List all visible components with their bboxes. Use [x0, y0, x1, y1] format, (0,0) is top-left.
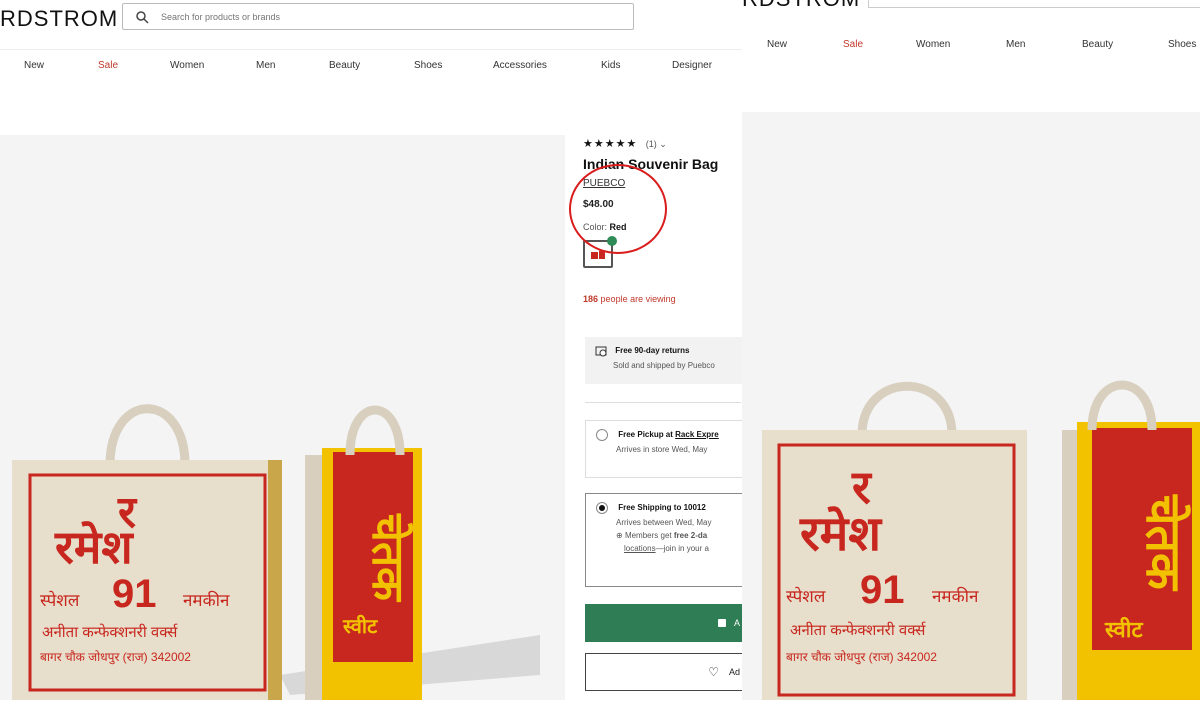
search-bar-duplicate: [868, 0, 1200, 8]
shipping-radio[interactable]: [596, 502, 608, 514]
add-to-bag-button[interactable]: A: [585, 604, 742, 642]
bag-text-special-dup: स्पेशल: [786, 587, 826, 606]
bag-text-namkeen: नमकीन: [183, 591, 230, 610]
nav-item-men[interactable]: Men: [256, 60, 275, 71]
bag-handle: [345, 405, 405, 456]
bag-text-special: स्पेशल: [40, 591, 80, 610]
brand-logo[interactable]: RDSTROM: [0, 6, 118, 32]
shipping-title: Free Shipping to 10012: [618, 503, 706, 513]
bag-text-number-dup: 91: [860, 568, 905, 612]
nav-item-new[interactable]: New: [24, 60, 44, 71]
pickup-subtitle: Arrives in store Wed, May: [616, 445, 708, 454]
nav-item-shoes[interactable]: Shoes: [414, 60, 442, 71]
pickup-radio[interactable]: [596, 429, 608, 441]
section-divider: [585, 402, 741, 403]
nav-item-shoes[interactable]: Shoes: [1168, 39, 1196, 50]
rating-stars[interactable]: ★★★★★: [583, 138, 637, 150]
members-note: ⊕ Members get free 2-da: [616, 531, 708, 540]
nav-item-women[interactable]: Women: [916, 39, 950, 50]
bag-text-namkeen-dup: नमकीन: [932, 587, 979, 606]
bag-icon: [717, 619, 726, 627]
nav-item-beauty[interactable]: Beauty: [1082, 39, 1113, 50]
rating-count[interactable]: (1) ⌄: [646, 139, 667, 149]
returns-icon: [595, 346, 607, 357]
main-nav: New Sale Women Men Beauty Shoes Accessor…: [0, 60, 742, 86]
bag-text-number: 91: [112, 572, 157, 616]
nav-item-new[interactable]: New: [767, 39, 787, 50]
bag-text-sweet: स्वीट: [343, 616, 378, 638]
pickup-store-link[interactable]: Rack Expre: [675, 430, 719, 439]
search-input[interactable]: [159, 10, 633, 23]
viewing-count-text: 186 people are viewing: [583, 294, 676, 304]
returns-subtitle: Sold and shipped by Puebco: [613, 361, 715, 370]
nav-item-women[interactable]: Women: [170, 60, 204, 71]
bag-text-line3: अनीता कन्फेक्शनरी वर्क्स: [42, 624, 178, 641]
shipping-subtitle: Arrives between Wed, May: [616, 518, 712, 527]
brand-logo-duplicate: RDSTROM: [742, 0, 860, 12]
bag-text-line3-dup: अनीता कन्फेक्शनरी वर्क्स: [790, 622, 926, 639]
shipping-option[interactable]: Free Shipping to 10012 Arrives between W…: [585, 493, 742, 587]
returns-info: Free 90-day returns Sold and shipped by …: [585, 337, 742, 384]
bag-text-line4: बागर चौक जोधपुर (राज) 342002: [40, 650, 191, 664]
bag-text-sweet-dup: स्वीट: [1105, 617, 1143, 642]
heart-icon: ♡: [708, 665, 719, 679]
main-nav-duplicate: New Sale Women Men Beauty Shoes: [742, 39, 1200, 65]
returns-title: Free 90-day returns: [615, 346, 690, 356]
bag-text-word-dup: रमेश: [800, 508, 881, 561]
nav-item-designer[interactable]: Designer: [672, 60, 712, 71]
nav-item-accessories[interactable]: Accessories: [493, 60, 547, 71]
search-bar[interactable]: [122, 3, 634, 30]
pickup-option[interactable]: Free Pickup at Rack Expre Arrives in sto…: [585, 420, 742, 478]
nav-item-sale[interactable]: Sale: [98, 60, 118, 71]
nav-item-sale[interactable]: Sale: [843, 39, 863, 50]
search-icon: [136, 10, 149, 24]
nav-item-men[interactable]: Men: [1006, 39, 1025, 50]
nav-item-beauty[interactable]: Beauty: [329, 60, 360, 71]
product-image[interactable]: [0, 135, 565, 700]
annotation-circle: [569, 164, 667, 254]
join-note: locations—join in your a: [624, 544, 709, 553]
bag-illustration: [12, 404, 540, 700]
locations-link[interactable]: locations: [624, 544, 656, 553]
bag-text-word: रमेश: [55, 521, 133, 573]
members-icon: ⊕: [616, 531, 623, 540]
add-to-wishlist-button[interactable]: ♡ Ad: [585, 653, 742, 691]
header-divider: [0, 49, 742, 50]
bag-text-line4-dup: बागर चौक जोधपुर (राज) 342002: [786, 650, 937, 664]
nav-item-kids[interactable]: Kids: [601, 60, 620, 71]
